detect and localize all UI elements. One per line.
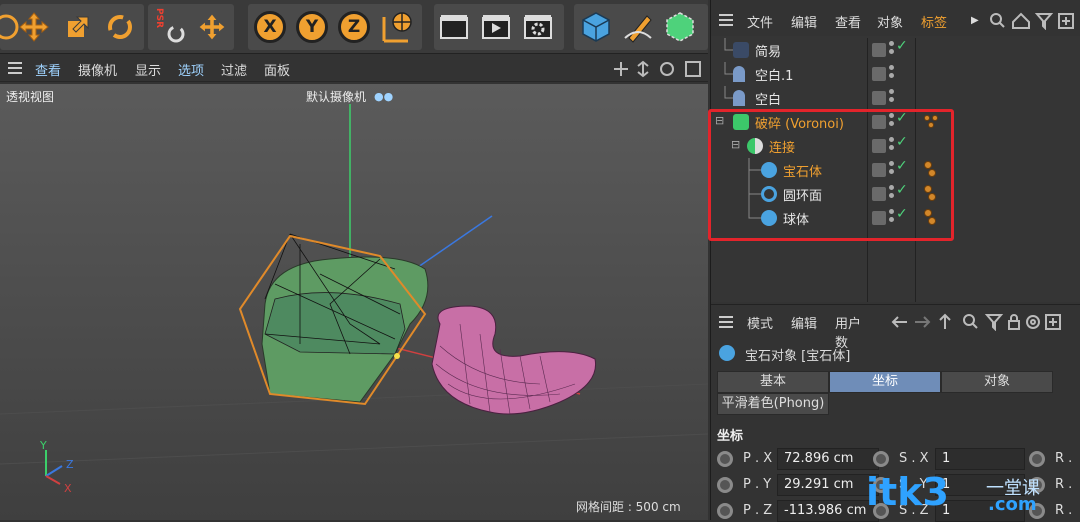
grid-spacing-label: 网格间距 : 500 cm [576,500,681,514]
om-toolbar-icons [989,12,1079,34]
menu-display[interactable]: 显示 [135,60,161,79]
pos-z-field[interactable]: -113.986 cm [777,500,879,522]
x-axis-label: X [254,11,286,43]
psr-label: PSR [154,8,164,29]
visibility-dots-icon[interactable] [889,89,895,107]
viewport-nav-icons [612,60,704,82]
tab-object[interactable]: 对象 [941,371,1053,393]
menu-file[interactable]: 文件 [747,12,773,31]
move-axis-button[interactable] [192,6,232,48]
watermark: itk3 一堂课 .com [866,470,1066,516]
tab-basic[interactable]: 基本 [717,371,829,393]
null-icon [733,66,745,82]
z-axis-label: Z [338,11,370,43]
menu-panel[interactable]: 面板 [264,60,290,79]
more-arrow-icon[interactable]: ▶ [971,15,979,26]
tab-coordinates[interactable]: 坐标 [829,371,941,393]
object-name: 空白.1 [755,69,794,84]
enable-check-icon[interactable]: ✓ [896,38,908,54]
scale-x-field[interactable]: 1 [935,448,1025,470]
watermark-suffix: .com [988,494,1037,515]
object-row[interactable]: 空白 [711,86,1080,110]
right-panel: 文件 编辑 查看 对象 标签 ▶ 简易 ✓ 空白.1 空白 ⊟ 破碎 (Voro… [710,0,1080,522]
object-row[interactable]: 空白.1 [711,62,1080,86]
scale-tool-button[interactable] [58,6,98,48]
menu-view[interactable]: 查看 [835,12,861,31]
menu-edit[interactable]: 编辑 [791,12,817,31]
render-picture-viewer-button[interactable] [476,6,516,48]
object-title: 宝石对象 [宝石体] [745,349,851,364]
y-axis-label: Y [296,11,328,43]
view-name-label: 透视视图 [6,90,55,104]
visibility-dots-icon[interactable] [889,41,895,59]
layer-icon[interactable] [872,43,886,57]
hamburger-menu-icon[interactable] [719,316,733,332]
render-settings-button[interactable] [518,6,558,48]
hamburger-menu-icon[interactable] [719,14,733,30]
section-title: 坐标 [717,429,744,444]
pos-x-field[interactable]: 72.896 cm [777,448,879,470]
menu-view[interactable]: 查看 [35,60,61,79]
object-name: 简易 [755,45,782,60]
menu-object[interactable]: 对象 [877,12,903,31]
hamburger-menu-icon[interactable] [8,62,22,78]
menu-filter[interactable]: 过滤 [221,60,247,79]
object-manager-menu: 文件 编辑 查看 对象 标签 ▶ [711,6,1080,32]
watermark-text: itk3 [866,470,949,514]
camera-name-label: 默认摄像机 [306,90,367,104]
object-row[interactable]: 简易 ✓ [711,38,1080,62]
gem-icon [719,345,735,361]
menu-camera[interactable]: 摄像机 [78,60,117,79]
torus-fragment [431,305,597,415]
keyframe-radio[interactable] [873,451,889,467]
visibility-dots-icon[interactable] [889,65,895,83]
object-name: 空白 [755,93,782,108]
y-axis-lock-button[interactable]: Y [292,6,332,48]
subdivision-button[interactable] [660,6,700,48]
keyframe-radio[interactable] [717,477,733,493]
gizmo-y-label: Y [40,439,47,452]
layer-icon[interactable] [872,67,886,81]
scene-canvas [0,104,708,485]
gizmo-z-label: Z [66,458,74,471]
camera-icon [733,42,749,58]
z-axis-lock-button[interactable]: Z [334,6,374,48]
menu-tags[interactable]: 标签 [921,12,947,31]
render-view-button[interactable] [434,6,474,48]
layer-icon[interactable] [872,91,886,105]
world-coords-button[interactable] [376,6,416,48]
psr-reset-button[interactable]: PSR [150,6,188,48]
perspective-viewport[interactable]: 透视视图 默认摄像机 ●● Y Z X 网格间距 : 500 cm [0,84,708,520]
rotate-tool-button[interactable] [100,6,140,48]
keyframe-radio[interactable] [717,503,733,519]
pen-spline-button[interactable] [618,6,658,48]
viewport-menu-bar: 查看 摄像机 显示 选项 过滤 面板 [0,56,708,82]
pos-y-field[interactable]: 29.291 cm [777,474,879,496]
keyframe-radio[interactable] [717,451,733,467]
am-toolbar-icons [891,313,1080,335]
move-tool-button[interactable] [14,6,54,48]
menu-edit[interactable]: 编辑 [791,313,817,332]
param-label: R . [1055,451,1073,466]
main-toolbar: PSR X Y Z [0,0,708,54]
camera-link-icon[interactable]: ●● [374,90,393,103]
null-icon [733,90,745,106]
param-label: P . X [743,451,773,466]
highlight-box [708,109,954,241]
param-label: P . Z [743,503,773,518]
param-label: S . X [899,451,929,466]
menu-mode[interactable]: 模式 [747,313,773,332]
keyframe-radio[interactable] [1029,451,1045,467]
gizmo-x-label: X [64,482,72,495]
menu-options[interactable]: 选项 [178,60,204,79]
cube-object-button[interactable] [576,6,616,48]
tab-phong[interactable]: 平滑着色(Phong) [717,393,829,415]
param-label: P . Y [743,477,772,492]
x-axis-lock-button[interactable]: X [250,6,290,48]
